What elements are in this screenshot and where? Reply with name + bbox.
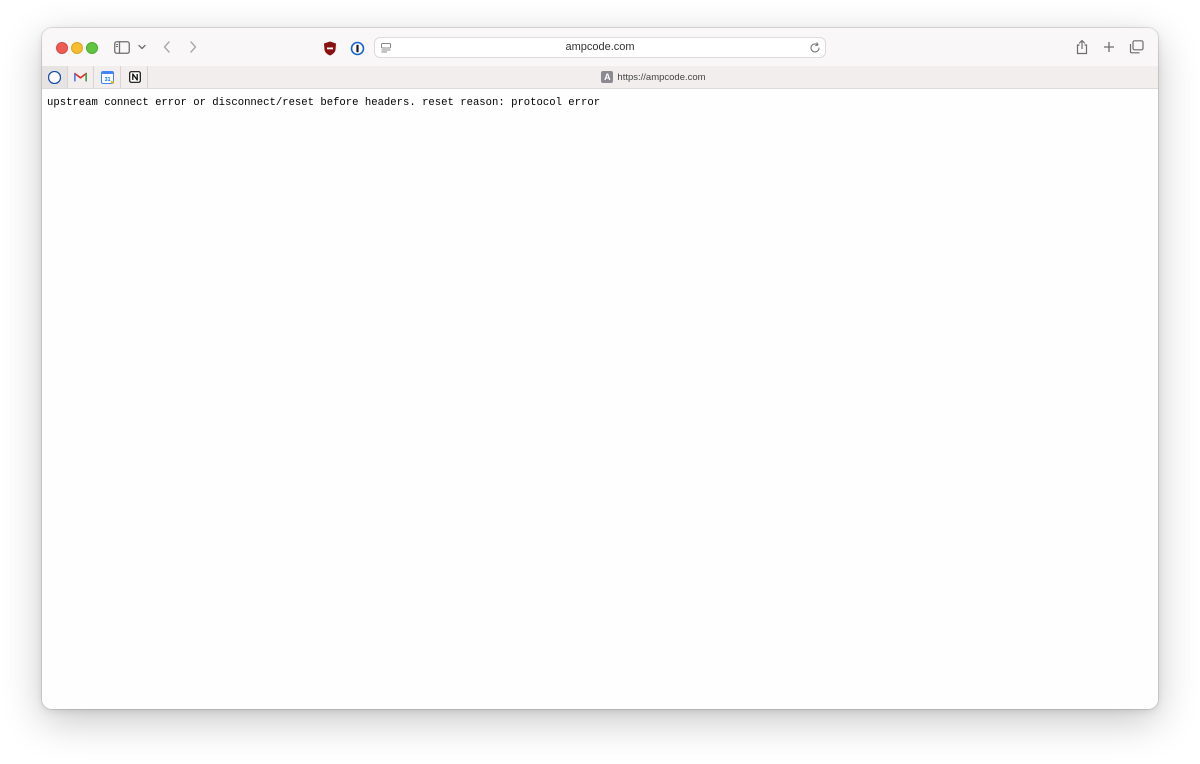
browser-window: ampcode.com 31 A https://ampcode.com ups… <box>42 28 1158 709</box>
tab-favicon-icon: A <box>601 71 614 83</box>
notion-icon <box>128 71 141 83</box>
forward-button[interactable] <box>184 38 202 56</box>
tab-title: https://ampcode.com <box>617 71 706 83</box>
tab-overview-icon[interactable] <box>1127 38 1145 56</box>
error-message: upstream connect error or disconnect/res… <box>47 97 601 109</box>
onepassword-icon[interactable] <box>348 39 366 57</box>
address-text[interactable]: ampcode.com <box>375 41 825 53</box>
page-content: upstream connect error or disconnect/res… <box>42 89 1158 709</box>
google-calendar-icon: 31 <box>101 70 114 84</box>
minimize-window-button[interactable] <box>71 42 83 54</box>
pinned-tab-calendar[interactable]: 31 <box>95 66 121 88</box>
active-tab[interactable]: A https://ampcode.com <box>149 66 1158 88</box>
address-bar[interactable]: ampcode.com <box>374 37 826 58</box>
browser-toolbar: ampcode.com <box>42 28 1158 66</box>
pinned-tab-notion[interactable] <box>122 66 148 88</box>
sidebar-toggle-icon[interactable] <box>112 38 132 56</box>
ublock-shield-icon[interactable] <box>321 39 339 57</box>
pinned-tab-safari[interactable] <box>42 66 68 88</box>
safari-compass-icon <box>48 70 61 84</box>
share-icon[interactable] <box>1073 38 1091 56</box>
chevron-down-icon[interactable] <box>136 40 148 54</box>
close-window-button[interactable] <box>56 42 68 54</box>
reload-icon[interactable] <box>808 41 822 55</box>
maximize-window-button[interactable] <box>86 42 98 54</box>
new-tab-icon[interactable] <box>1100 38 1118 56</box>
gmail-icon <box>74 72 87 82</box>
back-button[interactable] <box>158 38 176 56</box>
calendar-date-label: 31 <box>104 77 110 83</box>
pinned-tab-gmail[interactable] <box>68 66 94 88</box>
tab-strip: 31 A https://ampcode.com <box>42 66 1158 89</box>
